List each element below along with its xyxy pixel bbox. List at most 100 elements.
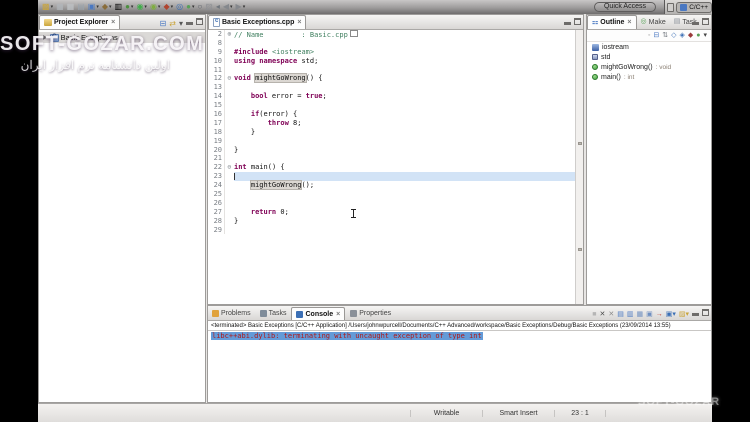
tab-make-target[interactable]: ◎ Make bbox=[637, 15, 670, 29]
clear-console-icon[interactable]: ▤ bbox=[617, 309, 624, 320]
code-line-9[interactable]: 9#include <iostream> bbox=[208, 48, 583, 57]
dropdown-arrow-icon[interactable]: ▾ bbox=[144, 2, 147, 12]
line-number[interactable]: 8 bbox=[208, 39, 225, 48]
line-number[interactable]: 24 bbox=[208, 181, 225, 190]
maximize-icon[interactable] bbox=[196, 18, 203, 25]
code-line-2[interactable]: 2⊕// Name : Basic.cpp bbox=[208, 30, 583, 39]
tab-basic-exceptions-cpp[interactable]: c Basic Exceptions.cpp × bbox=[208, 15, 306, 29]
chevron-right-icon[interactable]: ▶ bbox=[43, 34, 48, 41]
outline-item-iostream[interactable]: iostream bbox=[587, 42, 711, 52]
pin-console-icon[interactable]: ▣ bbox=[646, 309, 653, 320]
occurrence-marker[interactable] bbox=[578, 248, 582, 251]
run-icon[interactable]: ◉▾ bbox=[136, 2, 147, 13]
tab-project-explorer[interactable]: Project Explorer × bbox=[39, 15, 120, 29]
line-number[interactable]: 27 bbox=[208, 208, 225, 217]
outline-item-std[interactable]: std bbox=[587, 52, 711, 62]
view-menu-icon[interactable]: ▾ bbox=[703, 30, 707, 41]
dropdown-arrow-icon[interactable]: ▾ bbox=[109, 2, 112, 12]
code-line-21[interactable]: 21 bbox=[208, 154, 583, 163]
close-icon[interactable]: × bbox=[111, 19, 115, 26]
code-line-29[interactable]: 29 bbox=[208, 226, 583, 235]
code-line-26[interactable]: 26 bbox=[208, 199, 583, 208]
forward-icon[interactable]: ▶▾ bbox=[236, 2, 246, 13]
minimize-icon[interactable] bbox=[186, 22, 193, 25]
code-line-18[interactable]: 18 } bbox=[208, 128, 583, 137]
code-line-16[interactable]: 16 if(error) { bbox=[208, 110, 583, 119]
show-on-stderr-icon[interactable]: → bbox=[656, 309, 663, 320]
code-line-19[interactable]: 19 bbox=[208, 137, 583, 146]
make-target-icon[interactable]: ◎ bbox=[176, 2, 183, 13]
save-all-icon[interactable]: ▦ bbox=[67, 2, 75, 13]
dropdown-arrow-icon[interactable]: ▾ bbox=[96, 2, 99, 12]
outline-item-mightgowrong[interactable]: mightGoWrong(): void bbox=[587, 62, 711, 72]
code-line-20[interactable]: 20} bbox=[208, 146, 583, 155]
code-line-10[interactable]: 10using namespace std; bbox=[208, 57, 583, 66]
line-number[interactable]: 12 bbox=[208, 74, 225, 83]
collapse-all-icon[interactable]: ⊟ bbox=[160, 18, 167, 29]
link-with-editor-icon[interactable]: ⇄ bbox=[169, 18, 176, 29]
tab-console[interactable]: Console× bbox=[291, 307, 345, 320]
open-perspective-icon[interactable] bbox=[667, 3, 674, 12]
minimize-icon[interactable] bbox=[692, 22, 699, 25]
mark-occurrences-icon[interactable]: ▨ bbox=[205, 2, 213, 13]
dropdown-arrow-icon[interactable]: ▾ bbox=[51, 2, 54, 12]
maximize-icon[interactable] bbox=[702, 309, 709, 316]
dropdown-arrow-icon[interactable]: ▾ bbox=[230, 2, 233, 12]
tab-properties[interactable]: Properties bbox=[346, 307, 395, 320]
overview-ruler[interactable] bbox=[575, 30, 583, 304]
line-number[interactable]: 18 bbox=[208, 128, 225, 137]
dropdown-arrow-icon[interactable]: ▾ bbox=[243, 2, 246, 12]
line-number[interactable]: 28 bbox=[208, 217, 225, 226]
fold-toggle-icon[interactable]: ⊖ bbox=[225, 163, 234, 172]
hide-fields-icon[interactable]: ◇ bbox=[671, 30, 676, 41]
line-number[interactable]: 29 bbox=[208, 226, 225, 235]
code-line-28[interactable]: 28} bbox=[208, 217, 583, 226]
dropdown-arrow-icon[interactable]: ▾ bbox=[131, 2, 134, 12]
hide-non-public-icon[interactable]: ◆ bbox=[688, 30, 693, 41]
code-line-12[interactable]: 12⊖void mightGoWrong() { bbox=[208, 74, 583, 83]
fold-toggle-icon[interactable]: ⊖ bbox=[225, 74, 234, 83]
line-number[interactable]: 20 bbox=[208, 146, 225, 155]
code-line-22[interactable]: 22⊖int main() { bbox=[208, 163, 583, 172]
code-line-27[interactable]: 27 return 0; bbox=[208, 208, 583, 217]
close-icon[interactable]: × bbox=[336, 311, 340, 318]
word-wrap-icon[interactable]: ▦ bbox=[636, 309, 643, 320]
line-number[interactable]: 21 bbox=[208, 154, 225, 163]
view-menu-icon[interactable]: ▾ bbox=[179, 18, 183, 29]
profile-icon[interactable]: ◉▾ bbox=[150, 2, 161, 13]
tab-tasks[interactable]: Tasks bbox=[256, 307, 291, 320]
code-line-14[interactable]: 14 bool error = true; bbox=[208, 92, 583, 101]
line-number[interactable]: 15 bbox=[208, 101, 225, 110]
code-line-23[interactable]: 23 bbox=[208, 172, 583, 181]
perspective-cpp-button[interactable]: C/C++ bbox=[676, 2, 712, 13]
collapsed-region-icon[interactable] bbox=[350, 30, 358, 37]
external-tools-icon[interactable]: ◆▾ bbox=[163, 2, 173, 13]
fold-toggle-icon[interactable]: ⊕ bbox=[225, 30, 234, 39]
new-wizard-icon[interactable]: ▩▾ bbox=[42, 2, 53, 13]
maximize-icon[interactable] bbox=[702, 18, 709, 25]
close-icon[interactable]: × bbox=[297, 19, 301, 26]
quick-access-button[interactable]: Quick Access bbox=[594, 2, 656, 12]
line-number[interactable]: 13 bbox=[208, 83, 225, 92]
dropdown-arrow-icon[interactable]: ▾ bbox=[192, 2, 195, 12]
display-selected-console-icon[interactable]: ▣▾ bbox=[666, 309, 676, 320]
line-number[interactable]: 2 bbox=[208, 30, 225, 39]
sort-icon[interactable]: ⇅ bbox=[662, 30, 668, 41]
code-line-25[interactable]: 25 bbox=[208, 190, 583, 199]
code-line-15[interactable]: 15 bbox=[208, 101, 583, 110]
close-icon[interactable]: × bbox=[627, 19, 631, 26]
back-icon[interactable]: ◀▾ bbox=[223, 2, 233, 13]
minimize-icon[interactable] bbox=[564, 22, 571, 25]
line-number[interactable]: 22 bbox=[208, 163, 225, 172]
focus-active-task-icon[interactable]: ◦ bbox=[648, 30, 650, 41]
line-number[interactable]: 16 bbox=[208, 110, 225, 119]
search-icon[interactable]: ○ bbox=[197, 2, 202, 13]
outline-item-main[interactable]: main(): int bbox=[587, 72, 711, 82]
toggle-console-icon[interactable]: ▥ bbox=[115, 2, 123, 13]
code-line-8[interactable]: 8 bbox=[208, 39, 583, 48]
line-number[interactable]: 10 bbox=[208, 57, 225, 66]
tab-problems[interactable]: Problems bbox=[208, 307, 255, 320]
hide-static-members-icon[interactable]: ◈ bbox=[679, 30, 684, 41]
line-number[interactable]: 14 bbox=[208, 92, 225, 101]
remove-all-launches-icon[interactable]: ✕ bbox=[608, 309, 614, 320]
